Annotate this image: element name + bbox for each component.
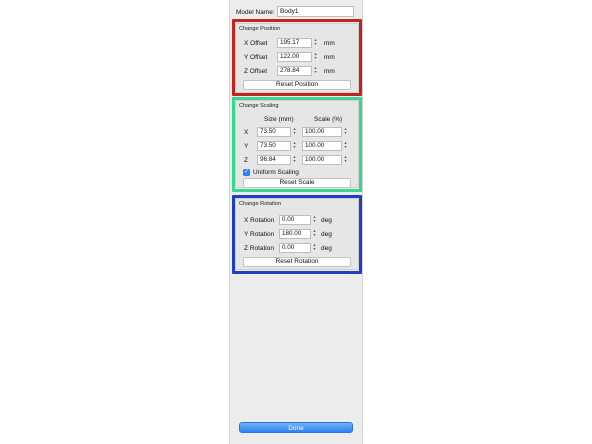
down-arrow-icon: ▼ [343,145,348,149]
change-rotation-group: Change Rotation X Rotation 0.00 ▲ ▼ deg Y… [235,198,359,270]
x-offset-unit: mm [324,40,335,47]
z-rotation-input[interactable]: 0.00 [279,243,311,253]
y-size-stepper[interactable]: ▲ ▼ [292,141,297,151]
z-offset-input[interactable]: 278.84 [277,66,312,76]
x-rotation-stepper[interactable]: ▲ ▼ [312,215,317,225]
x-scale-input[interactable]: 100.00 [302,127,342,137]
uniform-scaling-label: Uniform Scaling [253,169,299,176]
change-rotation-title: Change Rotation [239,201,281,207]
size-column-header: Size (mm) [264,116,294,123]
z-rotation-unit: deg [321,245,332,252]
z-offset-label: Z Offset [244,68,267,75]
x-axis-label: X [244,129,249,136]
reset-scale-button[interactable]: Reset Scale [243,178,351,188]
z-rotation-label: Z Rotation [244,245,274,252]
z-size-stepper[interactable]: ▲ ▼ [292,155,297,165]
down-arrow-icon: ▼ [292,159,297,163]
reset-position-button[interactable]: Reset Position [243,80,351,90]
x-offset-label: X Offset [244,40,268,47]
x-size-input[interactable]: 73.50 [257,127,291,137]
reset-rotation-button[interactable]: Reset Rotation [243,257,351,267]
z-size-input[interactable]: 96.84 [257,155,291,165]
down-arrow-icon: ▼ [313,70,318,74]
down-arrow-icon: ▼ [292,131,297,135]
model-name-label: Model Name: [236,9,275,16]
y-rotation-stepper[interactable]: ▲ ▼ [312,229,317,239]
model-name-input[interactable]: Body1 [277,6,354,17]
z-scale-input[interactable]: 100.00 [302,155,342,165]
change-position-title: Change Position [239,26,281,32]
y-size-input[interactable]: 73.50 [257,141,291,151]
down-arrow-icon: ▼ [312,233,317,237]
checkmark-icon: ✓ [243,169,250,175]
down-arrow-icon: ▼ [343,159,348,163]
x-rotation-unit: deg [321,217,332,224]
down-arrow-icon: ▼ [343,131,348,135]
y-rotation-input[interactable]: 180.00 [279,229,311,239]
change-position-group: Change Position X Offset 195.17 ▲ ▼ mm Y … [235,23,359,93]
z-axis-label: Z [244,157,248,164]
change-scaling-title: Change Scaling [239,103,279,109]
x-offset-input[interactable]: 195.17 [277,38,312,48]
down-arrow-icon: ▼ [312,247,317,251]
y-rotation-label: Y Rotation [244,231,275,238]
x-rotation-input[interactable]: 0.00 [279,215,311,225]
transform-panel: Model Name: Body1 Change Position X Offs… [229,0,363,444]
down-arrow-icon: ▼ [292,145,297,149]
down-arrow-icon: ▼ [313,42,318,46]
down-arrow-icon: ▼ [313,56,318,60]
y-offset-label: Y Offset [244,54,268,61]
x-scale-stepper[interactable]: ▲ ▼ [343,127,348,137]
x-rotation-label: X Rotation [244,217,275,224]
uniform-scaling-checkbox[interactable]: ✓ [243,169,250,176]
x-offset-stepper[interactable]: ▲ ▼ [313,38,318,48]
z-scale-stepper[interactable]: ▲ ▼ [343,155,348,165]
scale-column-header: Scale (%) [314,116,343,123]
done-button[interactable]: Done [239,422,353,433]
y-offset-stepper[interactable]: ▲ ▼ [313,52,318,62]
z-offset-unit: mm [324,68,335,75]
y-scale-stepper[interactable]: ▲ ▼ [343,141,348,151]
down-arrow-icon: ▼ [312,219,317,223]
y-offset-unit: mm [324,54,335,61]
y-axis-label: Y [244,143,249,150]
change-scaling-group: Change Scaling Size (mm) Scale (%) X 73.… [235,100,359,188]
z-offset-stepper[interactable]: ▲ ▼ [313,66,318,76]
y-offset-input[interactable]: 122.00 [277,52,312,62]
y-scale-input[interactable]: 100.00 [302,141,342,151]
x-size-stepper[interactable]: ▲ ▼ [292,127,297,137]
y-rotation-unit: deg [321,231,332,238]
z-rotation-stepper[interactable]: ▲ ▼ [312,243,317,253]
